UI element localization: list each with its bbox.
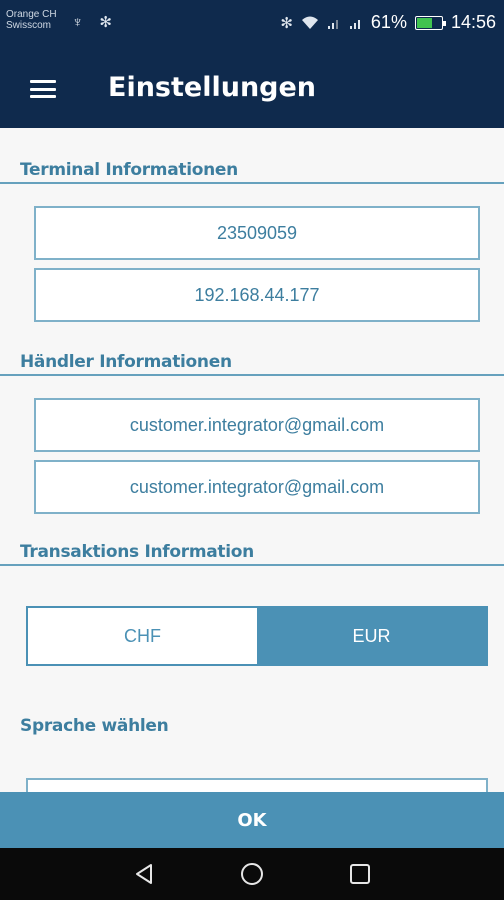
recents-square-icon (350, 864, 370, 884)
home-nav-button[interactable] (232, 854, 272, 894)
merchant-email-field-2[interactable]: customer.integrator@gmail.com (34, 460, 480, 514)
section-title-terminal: Terminal Informationen (20, 160, 238, 180)
section-title-language: Sprache wählen (20, 716, 169, 736)
ip-address-field[interactable]: 192.168.44.177 (34, 268, 480, 322)
back-nav-button[interactable] (124, 854, 164, 894)
status-bar: Orange CH Swisscom ♆ ✻ ✻ 61% 14:56 (0, 0, 504, 46)
back-triangle-icon (136, 864, 152, 884)
battery-percent: 61% (370, 12, 407, 32)
section-title-transaction: Transaktions Information (20, 542, 254, 562)
status-right: ✻ 61% 14:56 (280, 12, 496, 33)
recents-nav-button[interactable] (340, 854, 380, 894)
battery-fill (416, 17, 432, 28)
currency-option-chf[interactable]: CHF (28, 608, 257, 664)
currency-toggle[interactable]: CHF EUR (26, 606, 488, 666)
ok-button[interactable]: OK (0, 792, 504, 848)
hamburger-menu-icon[interactable] (30, 80, 56, 98)
merchant-email-field-1[interactable]: customer.integrator@gmail.com (34, 398, 480, 452)
signal-icon-1 (327, 19, 338, 29)
wifi-icon (301, 16, 318, 29)
section-title-merchant: Händler Informationen (20, 352, 232, 372)
currency-option-eur[interactable]: EUR (257, 608, 486, 664)
section-divider (0, 182, 504, 184)
section-divider (0, 564, 504, 566)
carrier-label: Orange CH Swisscom (6, 9, 57, 31)
page-title: Einstellungen (108, 72, 317, 103)
home-circle-icon (241, 863, 263, 885)
notification-icons: ♆ ✻ (72, 14, 118, 31)
bluetooth-icon: ✻ (280, 14, 293, 32)
signal-icon-2 (349, 19, 360, 29)
settings-content[interactable]: Terminal Informationen 23509059 192.168.… (0, 128, 504, 808)
terminal-id-field[interactable]: 23509059 (34, 206, 480, 260)
carrier-primary: Orange CH (6, 9, 57, 20)
clock: 14:56 (450, 12, 496, 32)
app-bar: Einstellungen (0, 46, 504, 128)
section-divider (0, 374, 504, 376)
system-nav-bar (0, 848, 504, 900)
battery-icon (414, 15, 446, 30)
carrier-secondary: Swisscom (6, 20, 52, 31)
